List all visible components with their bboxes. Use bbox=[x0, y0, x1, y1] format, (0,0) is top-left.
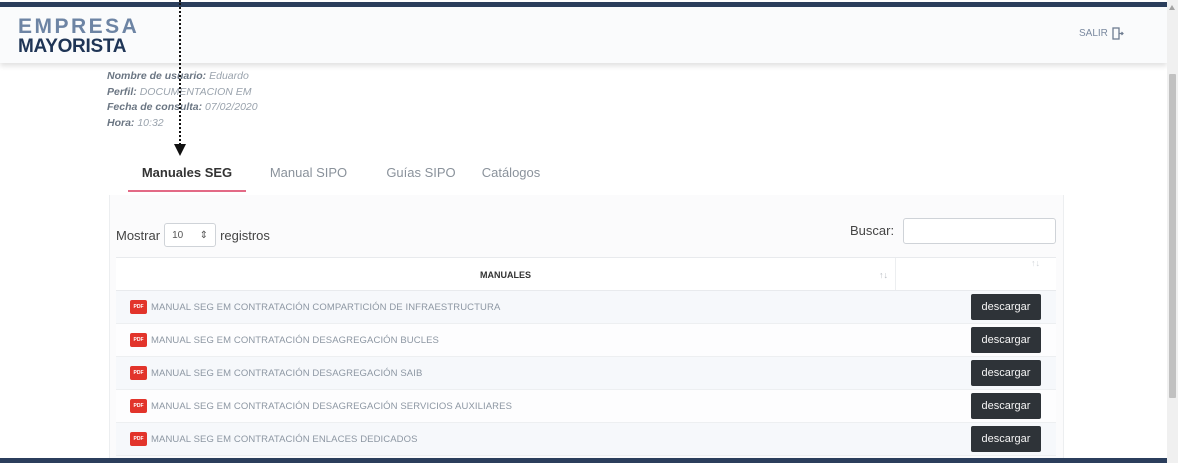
search-input[interactable] bbox=[903, 218, 1056, 244]
download-button[interactable]: descargar bbox=[971, 393, 1041, 419]
scrollbar-thumb[interactable] bbox=[1169, 74, 1176, 398]
manual-title[interactable]: MANUAL SEG EM CONTRATACIÓN COMPARTICIÓN … bbox=[151, 302, 500, 313]
scroll-up-arrow-icon[interactable] bbox=[1169, 5, 1175, 10]
download-button[interactable]: descargar bbox=[971, 426, 1041, 452]
query-date-value: 07/02/2020 bbox=[205, 101, 258, 113]
pdf-icon: PDF bbox=[130, 366, 147, 380]
query-time-value: 10:32 bbox=[137, 116, 164, 129]
logo-line-1: EMPRESA bbox=[18, 15, 140, 38]
page-size-control: Mostrar 10 ⇕ registros bbox=[116, 223, 270, 247]
table-header: MANUALES ↑↓ ↑↓ bbox=[116, 257, 1056, 291]
download-button[interactable]: descargar bbox=[971, 327, 1041, 353]
annotation-arrow-head-icon bbox=[174, 144, 186, 156]
table-row: PDF MANUAL SEG EM CONTRATACIÓN DESAGREGA… bbox=[116, 390, 1056, 423]
user-profile-line: Perfil: DOCUMENTACION EM bbox=[107, 85, 252, 98]
vertical-scrollbar[interactable] bbox=[1167, 0, 1178, 463]
table-row: PDF MANUAL SEG EM CONTRATACIÓN DESAGREGA… bbox=[116, 324, 1056, 357]
manual-title[interactable]: MANUAL SEG EM CONTRATACIÓN ENLACES DEDIC… bbox=[151, 434, 418, 445]
logout-label: SALIR bbox=[1079, 28, 1108, 39]
app-header: EMPRESA MAYORISTA SALIR bbox=[0, 7, 1167, 63]
records-label: registros bbox=[220, 227, 270, 243]
search-label: Buscar: bbox=[850, 223, 895, 238]
brand-logo[interactable]: EMPRESA MAYORISTA bbox=[18, 16, 139, 56]
table-row: PDF MANUAL SEG EM CONTRATACIÓN DESAGREGA… bbox=[116, 357, 1056, 390]
tab-manual-sipo[interactable]: Manual SIPO bbox=[246, 157, 371, 192]
pdf-icon: PDF bbox=[130, 333, 147, 347]
download-button[interactable]: descargar bbox=[971, 360, 1041, 386]
show-label: Mostrar bbox=[116, 227, 161, 243]
pdf-icon: PDF bbox=[130, 399, 147, 413]
manual-tabs: Manuales SEG Manual SIPO Guías SIPO Catá… bbox=[128, 157, 551, 192]
tab-catalogos[interactable]: Catálogos bbox=[471, 157, 551, 192]
select-arrows-icon: ⇕ bbox=[199, 229, 209, 241]
column-header-action[interactable]: ↑↓ bbox=[896, 258, 1056, 290]
manual-title[interactable]: MANUAL SEG EM CONTRATACIÓN DESAGREGACIÓN… bbox=[151, 368, 422, 379]
table-row: PDF MANUAL SEG EM CONTRATACIÓN ENLACES D… bbox=[116, 423, 1056, 456]
sort-icon: ↑↓ bbox=[879, 270, 888, 280]
download-button[interactable]: descargar bbox=[971, 294, 1041, 320]
sort-icon: ↑↓ bbox=[1031, 258, 1040, 268]
tab-guias-sipo[interactable]: Guías SIPO bbox=[371, 157, 471, 192]
table-body: PDF MANUAL SEG EM CONTRATACIÓN COMPARTIC… bbox=[116, 291, 1056, 456]
manual-title[interactable]: MANUAL SEG EM CONTRATACIÓN DESAGREGACIÓN… bbox=[151, 401, 512, 412]
page-size-value: 10 bbox=[172, 229, 184, 241]
footer-bottom-border bbox=[0, 458, 1167, 463]
annotation-dotted-arrow bbox=[179, 0, 181, 148]
logo-line-2: MAYORISTA bbox=[18, 36, 127, 57]
query-date-line: Fecha de consulta: 07/02/2020 bbox=[107, 101, 258, 113]
user-name-value: Eduardo bbox=[209, 70, 249, 82]
logout-button[interactable]: SALIR bbox=[1079, 27, 1124, 40]
column-header-label: MANUALES bbox=[480, 270, 531, 280]
user-profile-value: DOCUMENTACION EM bbox=[139, 85, 252, 98]
page-size-select[interactable]: 10 ⇕ bbox=[164, 223, 217, 247]
user-name-line: Nombre de usuario: Eduardo bbox=[107, 70, 249, 82]
column-header-manuales[interactable]: MANUALES ↑↓ bbox=[116, 258, 896, 290]
tab-manuales-seg[interactable]: Manuales SEG bbox=[128, 157, 246, 192]
user-info-block: Nombre de usuario: Eduardo Perfil: DOCUM… bbox=[107, 69, 258, 131]
manuals-table: MANUALES ↑↓ ↑↓ PDF MANUAL SEG EM CONTRAT… bbox=[116, 257, 1056, 456]
query-time-line: Hora: 10:32 bbox=[107, 116, 164, 129]
pdf-icon: PDF bbox=[130, 432, 147, 446]
manual-title[interactable]: MANUAL SEG EM CONTRATACIÓN DESAGREGACIÓN… bbox=[151, 335, 439, 346]
pdf-icon: PDF bbox=[130, 300, 147, 314]
table-row: PDF MANUAL SEG EM CONTRATACIÓN COMPARTIC… bbox=[116, 291, 1056, 324]
logout-door-icon bbox=[1112, 27, 1124, 40]
